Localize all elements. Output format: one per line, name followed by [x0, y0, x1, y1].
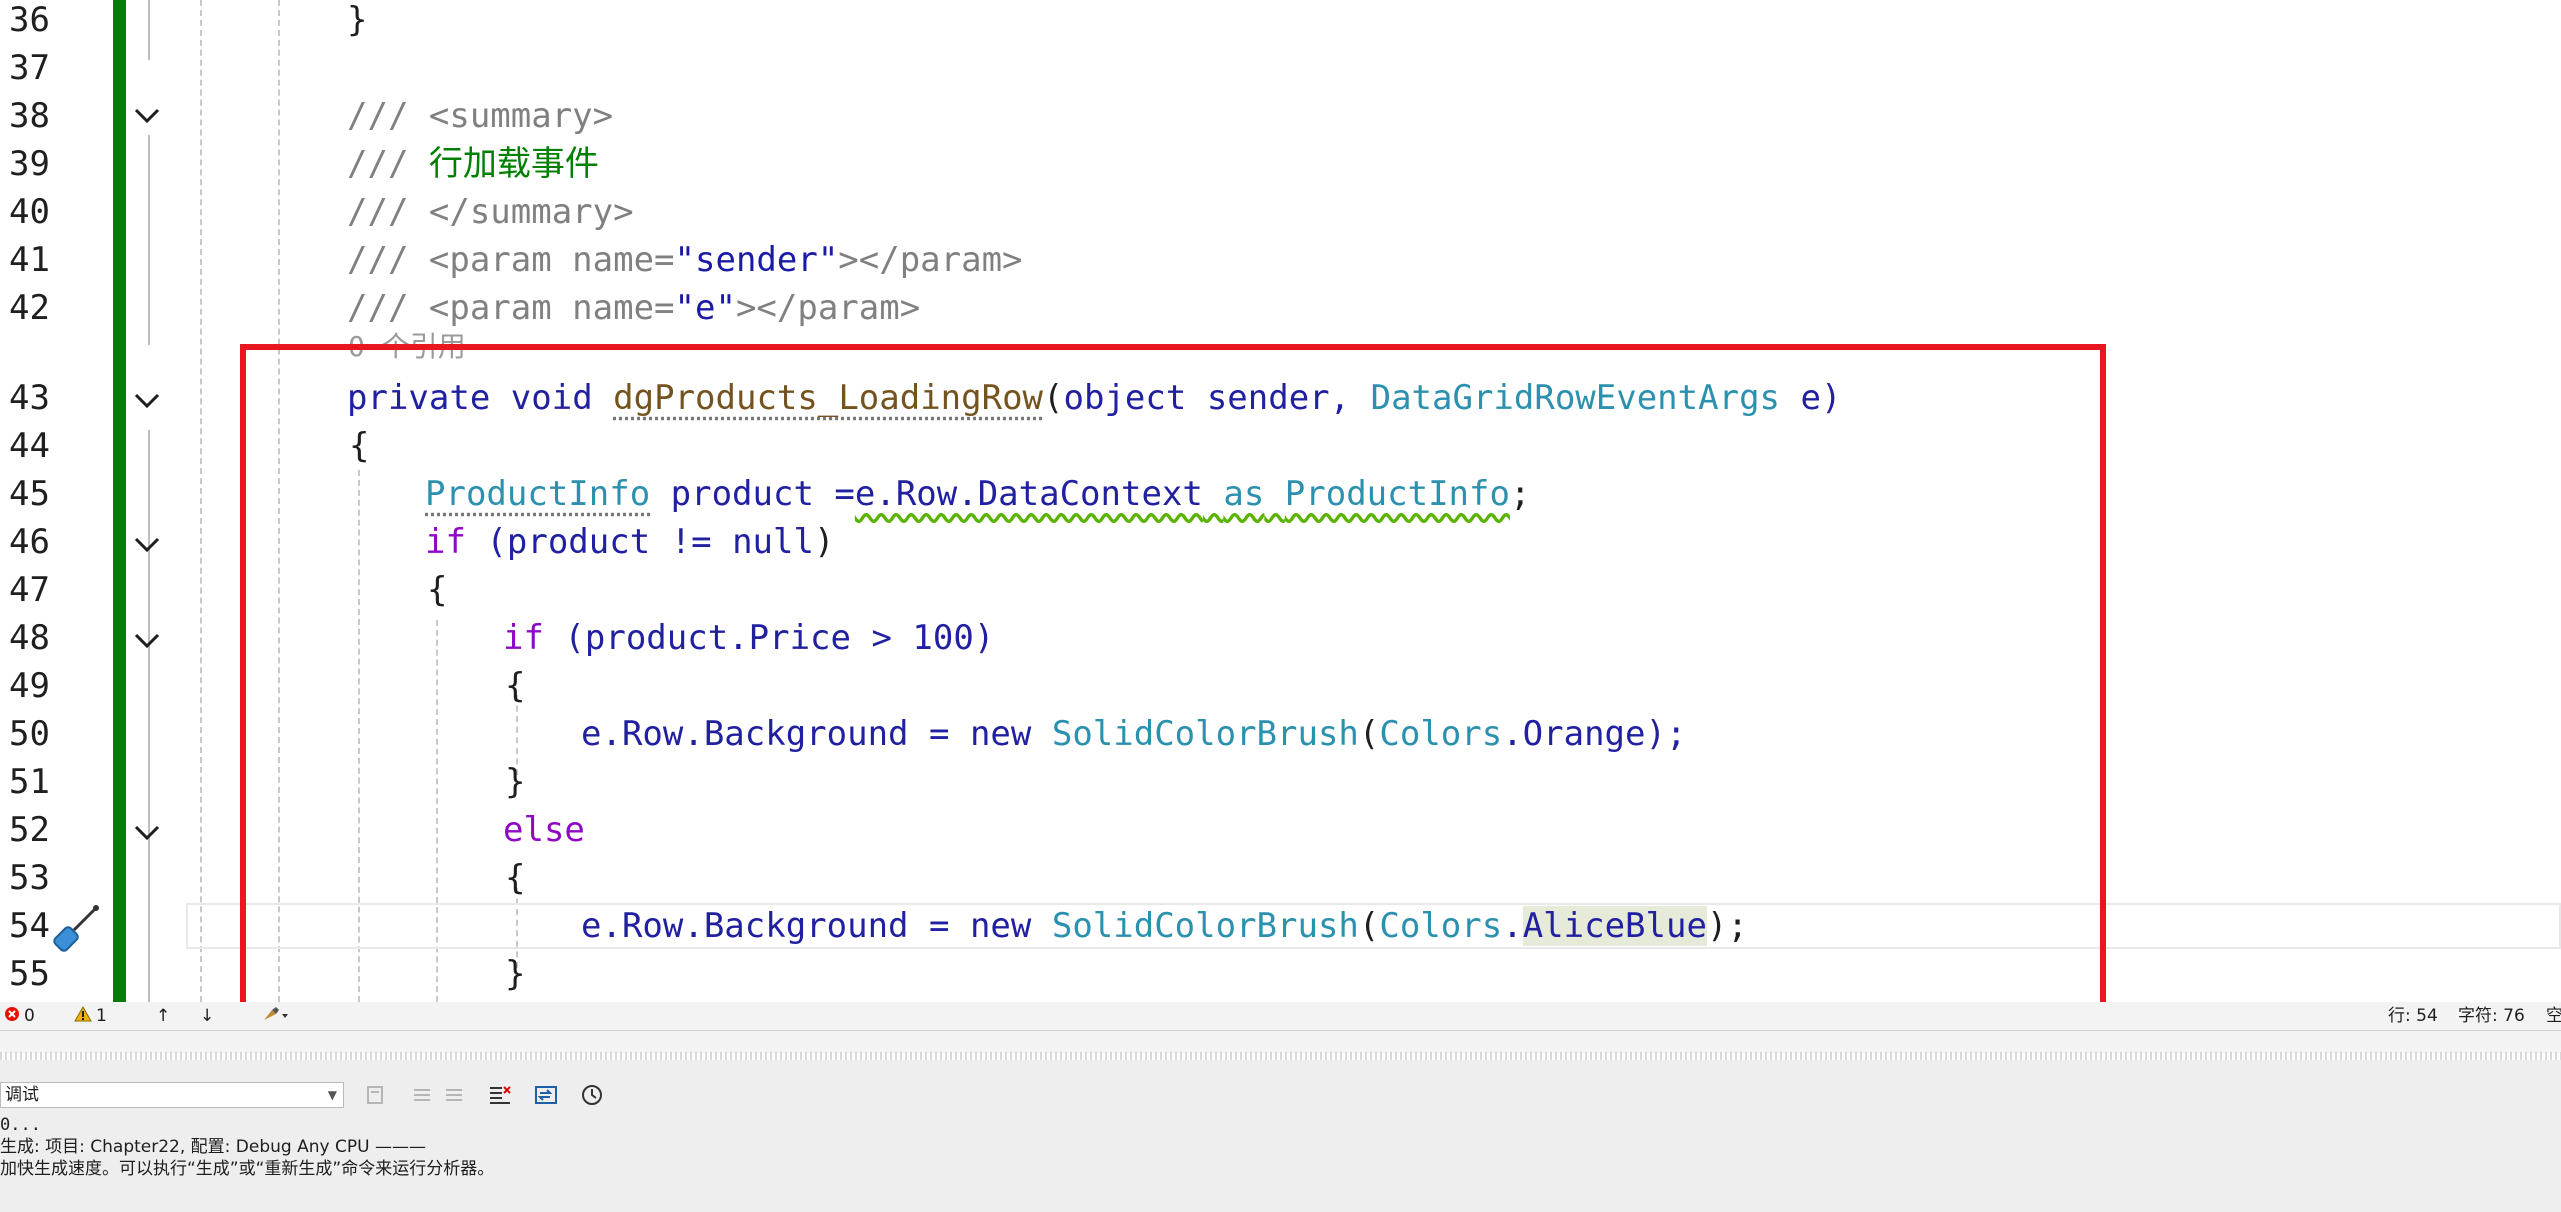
find-message-icon[interactable] — [362, 1081, 390, 1109]
code-line: 38 /// <summary> — [0, 92, 2561, 140]
line-number: 54 — [0, 902, 50, 950]
splitter-grip[interactable] — [0, 1052, 2561, 1060]
chevron-down-icon: ▼ — [328, 1083, 337, 1107]
output-source-select[interactable]: 调试 ▼ — [0, 1082, 344, 1108]
line-number: 37 — [0, 44, 50, 92]
line-number: 51 — [0, 758, 50, 806]
previous-message-icon[interactable] — [408, 1081, 436, 1109]
doc-comment-prefix: /// — [347, 144, 429, 184]
line-number: 52 — [0, 806, 50, 854]
char-indicator[interactable]: 字符: 76 — [2458, 1006, 2525, 1026]
warning-icon[interactable] — [74, 1006, 92, 1027]
code-line: 36 } — [0, 0, 2561, 44]
doc-param-close: ></param> — [736, 288, 920, 328]
doc-param-name: "e" — [675, 288, 736, 328]
code-line: 41 /// <param name="sender"></param> — [0, 236, 2561, 284]
code-line: 40 /// </summary> — [0, 188, 2561, 236]
output-source-value: 调试 — [5, 1085, 39, 1105]
doc-param-name: "sender" — [675, 240, 839, 280]
next-message-icon[interactable] — [440, 1081, 468, 1109]
clear-all-icon[interactable] — [486, 1081, 514, 1109]
editor-status-bar: 0 1 ↑ ↓ 行: 54 字符: 76 空 — [0, 1002, 2561, 1030]
code-line: 37 — [0, 44, 2561, 92]
line-number: 49 — [0, 662, 50, 710]
line-number: 44 — [0, 422, 50, 470]
line-number: 47 — [0, 566, 50, 614]
error-icon[interactable] — [4, 1006, 20, 1027]
whitespace-indicator[interactable]: 空 — [2546, 1006, 2561, 1026]
line-number: 45 — [0, 470, 50, 518]
output-line: 生成: 项目: Chapter22, 配置: Debug Any CPU ——— — [0, 1136, 426, 1158]
code-cleanup-brush-icon[interactable] — [262, 1006, 290, 1029]
quick-actions-screwdriver-icon[interactable] — [50, 902, 102, 954]
doc-param-tag: <param name= — [429, 240, 675, 280]
error-count[interactable]: 0 — [24, 1006, 35, 1026]
highlight-annotation-box — [240, 344, 2106, 1030]
doc-comment: /// <summary> — [347, 92, 613, 140]
line-number: 46 — [0, 518, 50, 566]
line-indicator[interactable]: 行: 54 — [2388, 1006, 2438, 1026]
next-issue-arrow-icon[interactable]: ↓ — [200, 1006, 214, 1026]
doc-comment-prefix: /// — [347, 240, 429, 280]
line-number: 39 — [0, 140, 50, 188]
code-line: 42 /// <param name="e"></param> — [0, 284, 2561, 332]
doc-param-close: ></param> — [838, 240, 1022, 280]
previous-issue-arrow-icon[interactable]: ↑ — [156, 1006, 170, 1026]
line-number: 36 — [0, 0, 50, 44]
warning-count[interactable]: 1 — [96, 1006, 107, 1026]
line-number: 43 — [0, 374, 50, 422]
output-line: 0... — [0, 1114, 41, 1136]
line-number: 53 — [0, 854, 50, 902]
line-number: 38 — [0, 92, 50, 140]
output-line: 加快生成速度。可以执行“生成”或“重新生成”命令来运行分析器。 — [0, 1158, 494, 1180]
output-pane[interactable]: 0... 生成: 项目: Chapter22, 配置: Debug Any CP… — [0, 1116, 2561, 1212]
doc-comment-text: 行加载事件 — [429, 144, 599, 184]
code-line: 39 /// 行加载事件 — [0, 140, 2561, 188]
line-number: 40 — [0, 188, 50, 236]
panel-splitter[interactable] — [0, 1030, 2561, 1053]
doc-comment-prefix: /// — [347, 288, 429, 328]
line-number: 48 — [0, 614, 50, 662]
clock-icon[interactable] — [578, 1081, 606, 1109]
line-number: 42 — [0, 284, 50, 332]
line-number: 50 — [0, 710, 50, 758]
doc-comment: /// </summary> — [347, 188, 634, 236]
line-number: 55 — [0, 950, 50, 998]
line-number: 41 — [0, 236, 50, 284]
code-text: } — [347, 0, 367, 44]
doc-param-tag: <param name= — [429, 288, 675, 328]
toggle-word-wrap-icon[interactable] — [532, 1081, 560, 1109]
